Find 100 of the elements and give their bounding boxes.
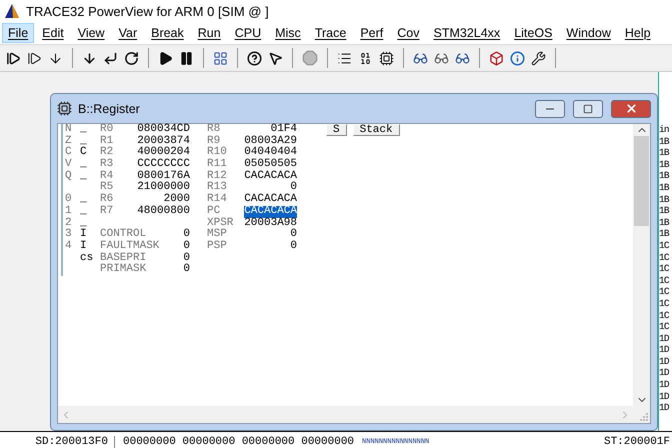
listing-cell: 1C bbox=[659, 321, 669, 333]
listing-cell: 1B bbox=[659, 216, 669, 228]
register-value[interactable]: 04040404 bbox=[244, 147, 297, 160]
step-icon[interactable] bbox=[6, 50, 21, 66]
menu-item[interactable]: Trace bbox=[308, 23, 352, 43]
return-arrow-icon[interactable] bbox=[103, 50, 118, 66]
glasses-icon[interactable] bbox=[413, 50, 428, 66]
menu-item[interactable]: Edit bbox=[36, 23, 70, 43]
flag-label: 2 bbox=[65, 218, 73, 228]
pause-icon[interactable] bbox=[179, 50, 194, 66]
binary-icon[interactable] bbox=[358, 50, 373, 66]
register-value: 20003874 bbox=[137, 136, 190, 147]
listing-cell: 1C bbox=[659, 263, 669, 275]
data-cell-text: 00000000 00000000 00000000 00000000 bbox=[122, 436, 354, 448]
arrow-down-icon[interactable] bbox=[82, 50, 97, 66]
close-button[interactable] bbox=[611, 100, 651, 118]
register-value[interactable]: 0 bbox=[290, 229, 297, 241]
register-value[interactable]: 20003A98 bbox=[244, 218, 297, 230]
menu-item[interactable]: Window bbox=[560, 23, 617, 43]
flag-label: 0 bbox=[65, 194, 73, 206]
list-icon[interactable] bbox=[337, 50, 352, 66]
menu-item[interactable]: STM32L4xx bbox=[427, 23, 506, 43]
menu-item[interactable]: CPU bbox=[228, 23, 268, 43]
menu-item[interactable]: View bbox=[72, 23, 111, 43]
listing-cell: 1B bbox=[659, 158, 669, 170]
register-name: R14 bbox=[207, 194, 227, 206]
flag-value: _ bbox=[80, 194, 88, 206]
register-value[interactable]: 08003A29 bbox=[244, 136, 297, 148]
menu-item[interactable]: Break bbox=[145, 23, 190, 43]
listing-cell: 1C bbox=[659, 240, 669, 252]
register-name: FAULTMASK bbox=[100, 240, 160, 252]
flag-label: Z bbox=[65, 136, 73, 147]
flag-label: 3 bbox=[65, 229, 73, 240]
register-name: R13 bbox=[207, 182, 227, 194]
register-value[interactable]: 05050505 bbox=[244, 159, 297, 171]
menu-item[interactable]: Cov bbox=[391, 23, 426, 43]
register-value: 0 bbox=[183, 229, 190, 240]
resize-grip-icon[interactable] bbox=[640, 413, 648, 421]
menu-item[interactable]: LiteOS bbox=[508, 23, 558, 43]
menu-item[interactable]: Var bbox=[112, 23, 144, 43]
maximize-button[interactable] bbox=[573, 100, 603, 118]
toolbar-button[interactable]: S bbox=[326, 124, 347, 136]
flag-label: N bbox=[65, 124, 73, 136]
menu-item[interactable]: Help bbox=[618, 23, 657, 43]
play-icon[interactable] bbox=[158, 50, 173, 66]
listing-cell: 1C bbox=[659, 274, 669, 286]
register-name: MSP bbox=[207, 229, 227, 240]
register-value: 21000000 bbox=[137, 182, 190, 194]
listing-cell: 1C bbox=[659, 252, 669, 264]
flag-label: 4 bbox=[65, 240, 73, 253]
listing-cell: 1B bbox=[659, 170, 669, 182]
menu-item[interactable]: File bbox=[2, 23, 34, 43]
flag-value: _ bbox=[80, 136, 88, 147]
vertical-scrollbar[interactable] bbox=[633, 124, 650, 406]
window-title: B::Register bbox=[78, 102, 141, 116]
menu-item[interactable]: Run bbox=[192, 23, 227, 43]
listing-cell: 1B bbox=[659, 205, 669, 217]
register-value[interactable]: CACACACA bbox=[244, 170, 297, 182]
wrench-icon[interactable] bbox=[531, 50, 546, 66]
menu-item[interactable]: Misc bbox=[269, 23, 307, 43]
register-name: XPSR bbox=[207, 218, 234, 228]
info-icon[interactable] bbox=[510, 50, 525, 66]
flag-value: _ bbox=[80, 159, 88, 171]
flag-value: _ bbox=[80, 206, 88, 218]
register-value[interactable]: CACACACA bbox=[244, 206, 297, 218]
register-value[interactable]: 0 bbox=[290, 240, 297, 253]
listing-cell: in bbox=[659, 124, 669, 136]
register-name: R4 bbox=[100, 170, 114, 182]
register-value[interactable]: 0 bbox=[290, 182, 297, 194]
menu-item[interactable]: Perf bbox=[354, 23, 390, 43]
register-value[interactable]: 0 bbox=[183, 252, 190, 264]
register-name: BASEPRI bbox=[100, 252, 146, 264]
register-name: PRIMASK bbox=[100, 264, 146, 276]
cube-icon[interactable] bbox=[489, 50, 504, 66]
flag-label: V bbox=[65, 159, 73, 170]
flag-value: cs bbox=[80, 252, 94, 264]
listing-cell: 1D bbox=[659, 344, 669, 356]
register-value[interactable]: CACACACA bbox=[244, 194, 297, 206]
register-name: R7 bbox=[100, 206, 114, 218]
glasses-icon[interactable] bbox=[455, 50, 470, 66]
register-value[interactable]: 0 bbox=[183, 264, 190, 276]
flag-value: I bbox=[80, 229, 88, 240]
toolbar-button[interactable]: Stack bbox=[352, 124, 400, 136]
listing-cell: 1D bbox=[659, 390, 669, 402]
register-name: R12 bbox=[207, 170, 227, 182]
glasses-icon[interactable] bbox=[434, 50, 449, 66]
step-down-icon[interactable] bbox=[48, 50, 63, 66]
register-value: 40000204 bbox=[137, 147, 190, 158]
rotate-arrow-icon[interactable] bbox=[124, 50, 139, 66]
app-title: TRACE32 PowerView for ARM 0 [SIM @ ] bbox=[26, 4, 269, 18]
register-value[interactable]: 01F4 bbox=[270, 124, 297, 136]
chip-icon[interactable] bbox=[379, 50, 394, 66]
register-name: R5 bbox=[100, 182, 114, 194]
help-icon[interactable] bbox=[247, 50, 262, 66]
grid-icon[interactable] bbox=[213, 50, 228, 66]
listing-cell: 1D bbox=[659, 332, 669, 344]
minimize-button[interactable] bbox=[535, 100, 565, 118]
address-cell: SD:200013F0 bbox=[0, 436, 115, 448]
listing-cell: 1D bbox=[659, 367, 669, 380]
register-value: 0800176A bbox=[137, 170, 190, 182]
